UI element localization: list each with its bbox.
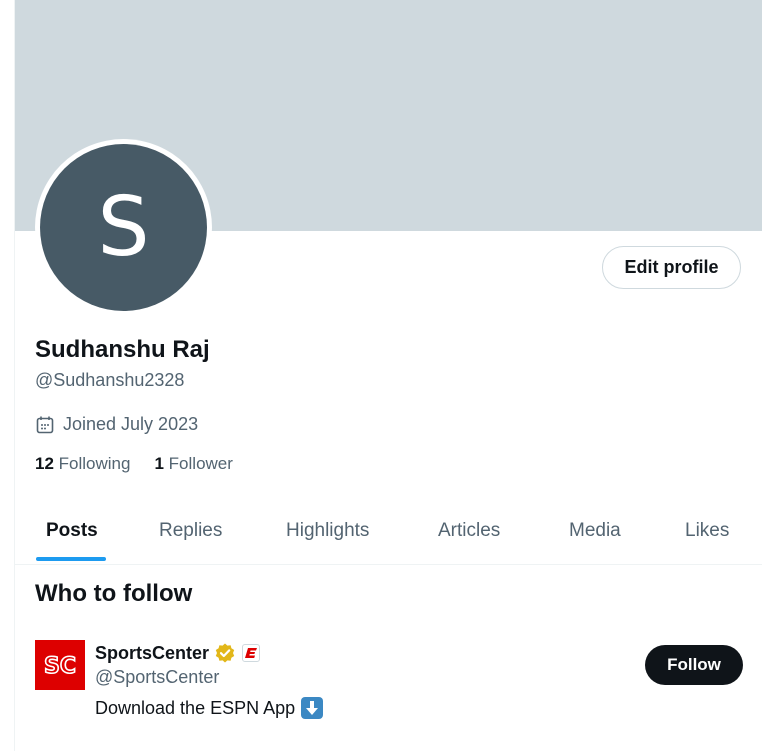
user-handle: @Sudhanshu2328: [35, 370, 185, 390]
account-name-text: SportsCenter: [95, 642, 210, 663]
following-count: 12: [35, 454, 54, 473]
followers-count: 1: [154, 454, 164, 473]
following-label: Following: [58, 454, 131, 473]
who-to-follow-title: Who to follow: [35, 580, 193, 607]
espn-affiliate-icon[interactable]: [242, 644, 261, 662]
account-bio-text: Download the ESPN App: [95, 697, 296, 718]
tab-replies[interactable]: Replies: [159, 520, 222, 542]
account-bio: Download the ESPN App: [95, 697, 324, 719]
calendar-icon: [36, 416, 54, 433]
profile-page: S Edit profile Sudhanshu Raj @Sudhanshu2…: [0, 0, 762, 751]
joined-date: Joined July 2023: [35, 414, 198, 435]
tab-likes[interactable]: Likes: [685, 520, 729, 542]
arrow-down-icon: [306, 701, 319, 715]
avatar-letter: S: [40, 144, 207, 311]
followers-label: Follower: [168, 454, 233, 473]
verified-gold-icon: [215, 643, 235, 663]
down-arrow-emoji: [301, 697, 324, 719]
profile-tabs: Posts Replies Highlights Articles Media …: [15, 500, 762, 565]
tab-articles[interactable]: Articles: [438, 520, 500, 542]
tab-posts[interactable]: Posts: [46, 520, 98, 542]
active-tab-indicator: [36, 557, 106, 561]
following-link[interactable]: 12 Following: [35, 454, 130, 474]
edit-profile-button[interactable]: Edit profile: [602, 246, 741, 289]
tab-media[interactable]: Media: [569, 520, 621, 542]
account-avatar[interactable]: SC: [35, 640, 85, 690]
avatar[interactable]: S: [35, 139, 212, 316]
followers-link[interactable]: 1 Follower: [154, 454, 232, 474]
joined-text: Joined July 2023: [63, 414, 199, 434]
display-name: Sudhanshu Raj: [35, 336, 210, 363]
sportscenter-logo-icon: SC: [43, 653, 77, 680]
account-handle: @SportsCenter: [95, 667, 220, 687]
tab-highlights[interactable]: Highlights: [286, 520, 369, 542]
espn-e-icon: [245, 648, 258, 658]
account-name[interactable]: SportsCenter: [95, 642, 261, 664]
follow-stats: 12 Following 1 Follower: [35, 454, 233, 474]
svg-text:SC: SC: [44, 654, 76, 679]
follow-button[interactable]: Follow: [645, 645, 743, 685]
